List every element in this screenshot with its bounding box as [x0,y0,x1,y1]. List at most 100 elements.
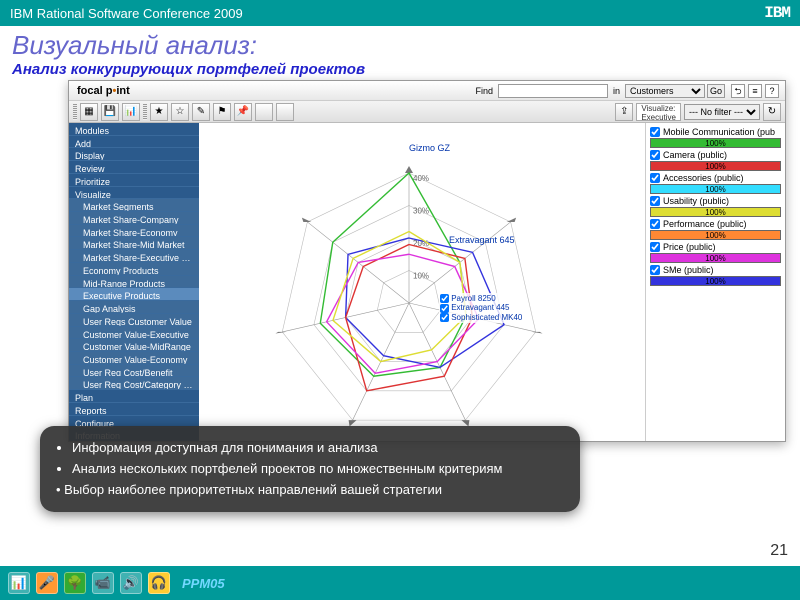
in-label: in [610,86,623,96]
radar-canvas[interactable]: 10%20%30%40% Gizmo GZ Extravagant 645 Pa… [199,123,645,441]
tool-export-icon[interactable]: ⇪ [615,103,633,121]
tool-note-icon[interactable]: ✎ [192,103,210,121]
go-button[interactable]: Go [707,84,725,98]
filter-select[interactable]: --- No filter --- [684,104,760,120]
legend-item: Mobile Communication (pub100% [650,127,781,148]
tool-blank-icon[interactable] [255,103,273,121]
legend-item: Camera (public)100% [650,150,781,171]
series-checkboxes[interactable]: Payroll 8250 Extravagant 445 Sophisticat… [439,293,523,323]
legend-label: SMe (public) [663,265,714,275]
footer-bars-icon[interactable]: 📊 [8,572,30,594]
focalpoint-app-window: focal p•int Find in Customers Go ⮌ ≡ ? ▦… [68,80,786,442]
ibm-logo: IBM [764,4,790,22]
svg-text:40%: 40% [413,174,429,183]
tool-star-icon[interactable]: ★ [150,103,168,121]
sidebar-item[interactable]: Gap Analysis [69,301,199,314]
app-toolbar: ▦ 💾 📊 ★ ☆ ✎ ⚑ 📌 ⇪ Visualize:Executive --… [69,101,785,123]
toolbar-grip[interactable] [143,104,147,120]
footer-code: PPM05 [182,576,225,591]
tool-star2-icon[interactable]: ☆ [171,103,189,121]
legend-color-bar: 100% [650,138,781,148]
sidebar-item[interactable]: Modules [69,123,199,136]
footer-sound-icon[interactable]: 🔊 [120,572,142,594]
app-sidebar: ModulesAddDisplayReviewPrioritizeVisuali… [69,123,199,441]
radar-label-extravagant: Extravagant 645 [449,235,515,245]
legend-color-bar: 100% [650,230,781,240]
sidebar-item[interactable]: Customer Value-Economy [69,352,199,365]
tool-blank2-icon[interactable] [276,103,294,121]
sidebar-item[interactable]: Executive Products [69,288,199,301]
sidebar-item[interactable]: Add [69,136,199,149]
sidebar-item[interactable]: Plan [69,390,199,403]
legend-checkbox[interactable] [650,242,660,252]
sidebar-item[interactable]: Display [69,148,199,161]
find-area: Find in Customers Go [472,84,725,98]
legend-checkbox[interactable] [650,127,660,137]
legend-item: Price (public)100% [650,242,781,263]
legend-checkbox[interactable] [650,265,660,275]
sidebar-item[interactable]: Economy Products [69,263,199,276]
tool-flag-icon[interactable]: ⚑ [213,103,231,121]
list-icon[interactable]: ≡ [748,84,762,98]
sidebar-item[interactable]: Market Segments [69,199,199,212]
slide-subtitle: Анализ конкурирующих портфелей проектов [0,61,800,82]
legend-checkbox[interactable] [650,219,660,229]
series-toggle[interactable] [440,304,449,313]
sidebar-item[interactable]: User Reqs Customer Value [69,314,199,327]
legend-label: Performance (public) [663,219,747,229]
legend-color-bar: 100% [650,161,781,171]
legend-color-bar: 100% [650,253,781,263]
footer-headphones-icon[interactable]: 🎧 [148,572,170,594]
svg-text:10%: 10% [413,272,429,281]
legend-checkbox[interactable] [650,150,660,160]
tool-pin-icon[interactable]: 📌 [234,103,252,121]
footer-mic-icon[interactable]: 🎤 [36,572,58,594]
find-input[interactable] [498,84,608,98]
tool-table-icon[interactable]: ▦ [80,103,98,121]
visualize-label: Visualize:Executive [636,103,681,121]
legend-item: Usability (public)100% [650,196,781,217]
sidebar-item[interactable]: Review [69,161,199,174]
sidebar-item[interactable]: Prioritize [69,174,199,187]
svg-text:30%: 30% [413,207,429,216]
footer-tree-icon[interactable]: 🌳 [64,572,86,594]
legend-item: Performance (public)100% [650,219,781,240]
legend-color-bar: 100% [650,184,781,194]
sidebar-item[interactable]: Market Share-Executive Cla [69,250,199,263]
sidebar-item[interactable]: Market Share-Company [69,212,199,225]
nav-icon[interactable]: ⮌ [731,84,745,98]
tool-refresh-icon[interactable]: ↻ [763,103,781,121]
sidebar-item[interactable]: Mid-Range Products [69,276,199,289]
focalpoint-logo: focal p•int [69,85,138,97]
bullet-1: Информация доступная для понимания и ана… [72,438,564,459]
sidebar-item[interactable]: Customer Value-MidRange [69,339,199,352]
sidebar-item[interactable]: User Req Cost/Benefit [69,365,199,378]
toolbar-grip[interactable] [73,104,77,120]
series-toggle[interactable] [440,313,449,322]
legend-label: Mobile Communication (pub [663,127,775,137]
legend-checkbox[interactable] [650,173,660,183]
legend-label: Price (public) [663,242,716,252]
tool-save-icon[interactable]: 💾 [101,103,119,121]
app-header: focal p•int Find in Customers Go ⮌ ≡ ? [69,81,785,101]
sidebar-item[interactable]: Reports [69,403,199,416]
sidebar-item[interactable]: Market Share-Mid Market [69,237,199,250]
slide-title: Визуальный анализ: [0,26,800,61]
sidebar-item[interactable]: Market Share-Economy [69,225,199,238]
sidebar-item[interactable]: Visualize [69,187,199,200]
find-label: Find [472,86,496,96]
help-icon[interactable]: ? [765,84,779,98]
legend-checkbox[interactable] [650,196,660,206]
conference-topbar: IBM Rational Software Conference 2009 IB… [0,0,800,26]
series-toggle[interactable] [440,294,449,303]
find-scope-select[interactable]: Customers [625,84,705,98]
sidebar-item[interactable]: User Req Cost/Category Be [69,377,199,390]
legend-color-bar: 100% [650,276,781,286]
header-icon-group: ⮌ ≡ ? [725,84,785,98]
sidebar-item[interactable]: Customer Value-Executive [69,327,199,340]
bullet-2: Анализ нескольких портфелей проектов по … [72,459,564,480]
tool-chart-icon[interactable]: 📊 [122,103,140,121]
summary-callout: Информация доступная для понимания и ана… [40,426,580,512]
page-number: 21 [770,542,788,560]
footer-camera-icon[interactable]: 📹 [92,572,114,594]
